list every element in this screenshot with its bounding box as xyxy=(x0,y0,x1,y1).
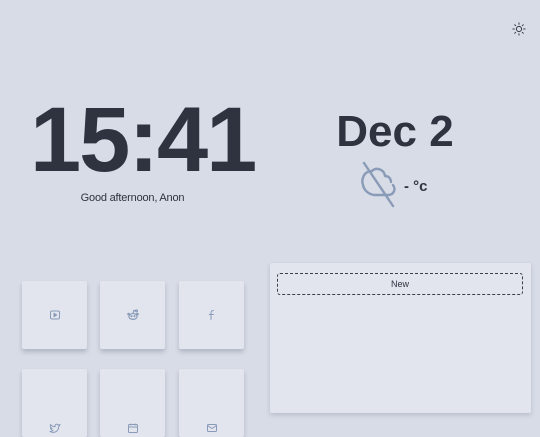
facebook-icon xyxy=(206,308,218,322)
shortcut-mail[interactable] xyxy=(179,369,244,437)
greeting-text: Good afternoon, Anon xyxy=(80,192,185,204)
twitter-icon xyxy=(49,422,61,434)
date-widget: Dec 2 xyxy=(330,108,460,156)
sun-icon xyxy=(512,22,526,36)
new-note-button[interactable]: New xyxy=(277,273,523,295)
reddit-icon xyxy=(126,308,140,322)
cloud-off-icon xyxy=(358,159,398,209)
notes-panel: New xyxy=(270,263,531,413)
shortcut-facebook[interactable] xyxy=(179,281,244,349)
weather-widget: - °c xyxy=(358,158,428,210)
youtube-icon xyxy=(49,309,61,321)
shortcut-twitter[interactable] xyxy=(22,369,87,437)
temperature-text: - °c xyxy=(404,177,428,195)
calendar-icon xyxy=(127,422,139,434)
clock-time: 15:41 xyxy=(30,89,257,191)
date-text: Dec 2 xyxy=(336,107,454,156)
shortcut-youtube[interactable] xyxy=(22,281,87,349)
theme-toggle-button[interactable] xyxy=(511,21,527,37)
shortcut-reddit[interactable] xyxy=(100,281,165,349)
clock-widget: 15:41 Good afternoon, Anon xyxy=(30,89,257,204)
mail-icon xyxy=(206,422,218,434)
shortcut-calendar[interactable] xyxy=(100,369,165,437)
